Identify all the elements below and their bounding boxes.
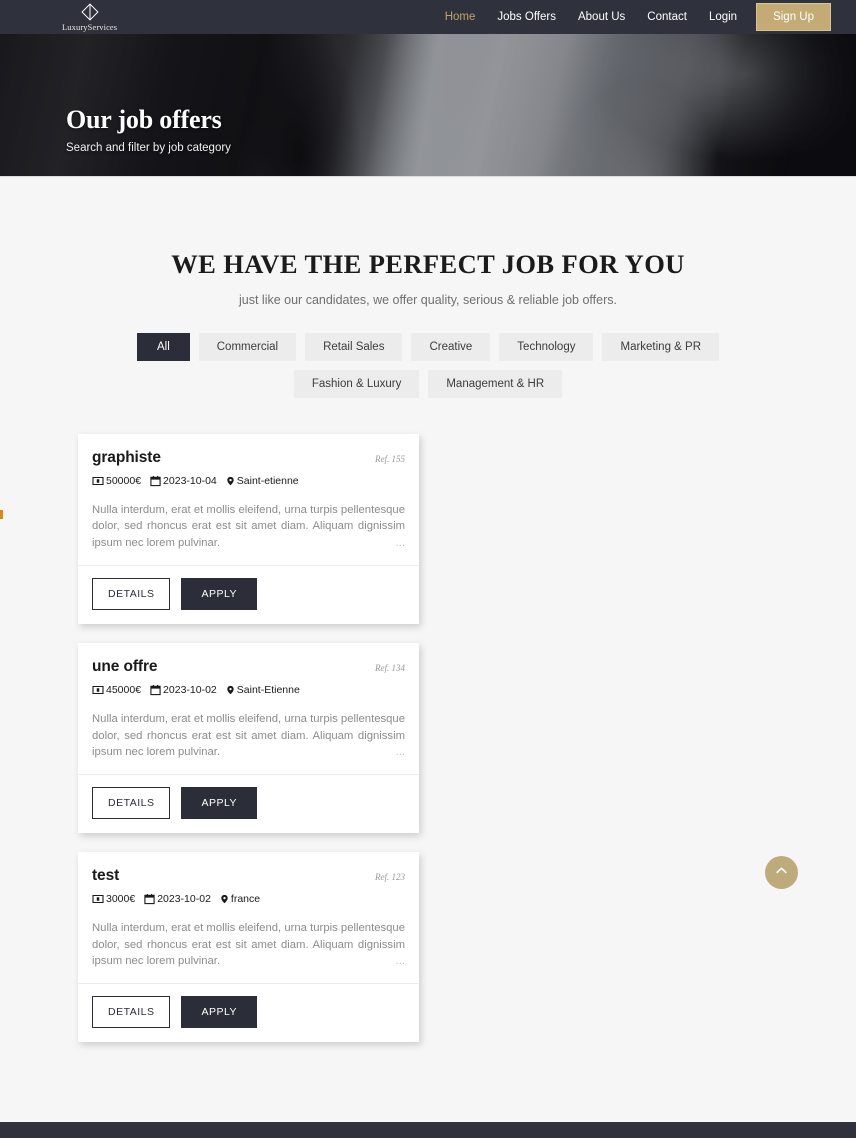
job-card-body: test Ref. 123 3000€ 2023-10-02 france Nu… [78, 852, 419, 983]
brand-name: LuxuryServices [62, 22, 118, 32]
nav-link-login[interactable]: Login [698, 11, 748, 23]
hero-text-block: Our job offers Search and filter by job … [66, 105, 231, 154]
top-navbar: LuxuryServices Home Jobs Offers About Us… [0, 0, 856, 34]
job-reference: Ref. 155 [375, 454, 405, 464]
job-description: Nulla interdum, erat et mollis eleifend,… [92, 502, 405, 552]
job-location-value: Saint-Etienne [236, 684, 300, 697]
job-description-ellipsis: ... [392, 953, 405, 970]
filter-button-management-hr[interactable]: Management & HR [428, 370, 563, 398]
details-button[interactable]: DETAILS [92, 996, 171, 1029]
filter-button-creative[interactable]: Creative [411, 333, 491, 361]
page-subtitle: just like our candidates, we offer quali… [239, 293, 617, 307]
calendar-icon [144, 893, 155, 905]
page-title: WE HAVE THE PERFECT JOB FOR YOU [171, 249, 685, 279]
job-title: graphiste [92, 449, 161, 466]
main-content: WE HAVE THE PERFECT JOB FOR YOU just lik… [0, 177, 856, 1123]
money-bill-icon [92, 475, 104, 487]
details-button[interactable]: DETAILS [92, 787, 171, 820]
job-card-actions: DETAILS APPLY [78, 565, 419, 624]
job-salary: 45000€ [92, 684, 141, 696]
job-description-ellipsis: ... [392, 534, 405, 552]
job-card-actions: DETAILS APPLY [78, 983, 419, 1042]
job-description: Nulla interdum, erat et mollis eleifend,… [92, 920, 405, 970]
job-title: test [92, 867, 120, 885]
job-description: Nulla interdum, erat et mollis eleifend,… [92, 711, 405, 761]
job-card[interactable]: graphiste Ref. 155 50000€ 2023-10-04 Sai… [78, 434, 419, 625]
filter-button-retail-sales[interactable]: Retail Sales [305, 333, 403, 361]
calendar-icon [150, 684, 161, 696]
hero-subtitle: Search and filter by job category [66, 141, 231, 154]
filter-button-marketing-pr[interactable]: Marketing & PR [602, 333, 720, 361]
location-pin-icon [226, 475, 235, 487]
apply-button[interactable]: APPLY [181, 787, 258, 820]
nav-links: Home Jobs Offers About Us Contact Login … [434, 0, 831, 34]
job-description-text: Nulla interdum, erat et mollis eleifend,… [92, 922, 405, 967]
hero-title: Our job offers [66, 105, 222, 134]
site-footer: f in LuxuryServices © 2019 All right res… [0, 1122, 856, 1138]
filter-button-fashion-luxury[interactable]: Fashion & Luxury [293, 370, 420, 398]
job-cards-grid: graphiste Ref. 155 50000€ 2023-10-04 Sai… [78, 434, 778, 1043]
job-description-text: Nulla interdum, erat et mollis eleifend,… [92, 504, 405, 549]
filter-button-commercial[interactable]: Commercial [198, 333, 297, 361]
job-salary-value: 50000€ [106, 475, 142, 487]
job-date-value: 2023-10-04 [163, 475, 217, 487]
job-meta-row: 3000€ 2023-10-02 france [92, 893, 405, 905]
job-card-actions: DETAILS APPLY [78, 774, 419, 833]
job-salary-value: 3000€ [106, 893, 136, 906]
job-description-ellipsis: ... [392, 743, 405, 761]
job-date-value: 2023-10-02 [163, 684, 217, 697]
diamond-logo-icon [80, 2, 100, 22]
job-title: une offre [92, 658, 158, 676]
job-card[interactable]: une offre Ref. 134 45000€ 2023-10-02 Sai… [78, 643, 419, 834]
nav-link-contact[interactable]: Contact [636, 11, 698, 23]
job-card-header: une offre Ref. 134 [92, 658, 405, 676]
nav-link-home[interactable]: Home [434, 11, 487, 23]
sign-up-button[interactable]: Sign Up [756, 3, 831, 31]
job-salary: 3000€ [92, 893, 135, 905]
filter-button-all[interactable]: All [136, 333, 190, 361]
job-date: 2023-10-02 [150, 684, 217, 696]
filter-button-technology[interactable]: Technology [499, 333, 594, 361]
job-location: Saint-etienne [226, 475, 299, 487]
job-location: Saint-Etienne [226, 684, 300, 696]
calendar-icon [150, 475, 161, 487]
scroll-to-top-button[interactable] [765, 856, 798, 889]
job-date-value: 2023-10-02 [157, 893, 211, 906]
job-reference: Ref. 134 [375, 663, 405, 674]
apply-button[interactable]: APPLY [181, 578, 258, 611]
location-pin-icon [226, 684, 235, 696]
left-edge-artifact [0, 510, 3, 519]
job-location-value: france [230, 893, 261, 906]
job-card-body: une offre Ref. 134 45000€ 2023-10-02 Sai… [78, 643, 419, 774]
job-meta-row: 50000€ 2023-10-04 Saint-etienne [92, 475, 405, 487]
nav-link-about-us[interactable]: About Us [567, 11, 636, 23]
details-button[interactable]: DETAILS [92, 578, 171, 611]
job-card-header: test Ref. 123 [92, 867, 405, 885]
job-card[interactable]: test Ref. 123 3000€ 2023-10-02 france Nu… [78, 852, 419, 1043]
job-date: 2023-10-02 [144, 893, 211, 905]
job-reference: Ref. 123 [375, 872, 405, 883]
money-bill-icon [92, 684, 104, 696]
apply-button[interactable]: APPLY [181, 996, 258, 1029]
hero-banner: Our job offers Search and filter by job … [0, 34, 856, 177]
job-description-text: Nulla interdum, erat et mollis eleifend,… [92, 713, 405, 758]
category-filter-group: All Commercial Retail Sales Creative Tec… [83, 333, 773, 398]
job-date: 2023-10-04 [150, 475, 217, 487]
job-location: france [220, 893, 260, 905]
brand-logo[interactable]: LuxuryServices [62, 2, 117, 32]
money-bill-icon [92, 893, 104, 905]
job-card-body: graphiste Ref. 155 50000€ 2023-10-04 Sai… [78, 434, 419, 565]
nav-link-jobs-offers[interactable]: Jobs Offers [486, 11, 567, 23]
chevron-up-icon [774, 863, 789, 883]
location-pin-icon [220, 893, 229, 905]
job-meta-row: 45000€ 2023-10-02 Saint-Etienne [92, 684, 405, 696]
job-card-header: graphiste Ref. 155 [92, 449, 405, 467]
job-salary-value: 45000€ [106, 684, 142, 697]
job-location-value: Saint-etienne [236, 475, 299, 487]
job-salary: 50000€ [92, 475, 141, 487]
